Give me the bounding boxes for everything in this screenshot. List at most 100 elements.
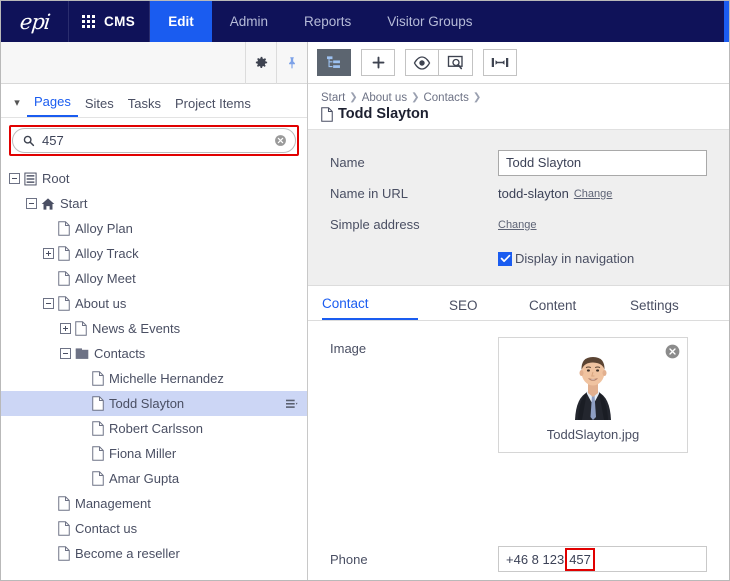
tree-item-alloy-track[interactable]: Alloy Track bbox=[1, 241, 307, 266]
search-input[interactable]: 457 bbox=[12, 128, 296, 153]
nav-tab-edit-label: Edit bbox=[168, 14, 194, 29]
change-url-link[interactable]: Change bbox=[574, 188, 613, 200]
epi-logo[interactable]: epi bbox=[1, 1, 69, 42]
pin-panel-button[interactable] bbox=[277, 42, 307, 84]
navigation-panel-toolbar bbox=[1, 41, 307, 84]
search-icon bbox=[22, 134, 35, 147]
phone-field-label: Phone bbox=[330, 551, 368, 567]
image-card[interactable]: ToddSlayton.jpg bbox=[498, 337, 688, 453]
global-nav-tabs: Edit Admin Reports Visitor Groups bbox=[150, 1, 490, 42]
image-field-row: Image ToddSlayton.jpg bbox=[308, 337, 729, 453]
cms-menu[interactable]: CMS bbox=[69, 1, 151, 42]
settings-button[interactable] bbox=[246, 42, 276, 84]
tree-item-root[interactable]: Root bbox=[1, 166, 307, 191]
tree-item-contacts[interactable]: Contacts bbox=[1, 341, 307, 366]
tree-item-alloy-plan[interactable]: Alloy Plan bbox=[1, 216, 307, 241]
preview-button[interactable] bbox=[439, 49, 473, 76]
tree-item-label: About us bbox=[75, 296, 127, 311]
nav-tab-edit[interactable]: Edit bbox=[150, 1, 212, 42]
breadcrumb-item-start[interactable]: Start bbox=[321, 91, 345, 105]
nav-tab-reports[interactable]: Reports bbox=[286, 1, 369, 42]
expand-toggle-icon[interactable] bbox=[60, 323, 71, 334]
nav-tab-visitor-groups[interactable]: Visitor Groups bbox=[369, 1, 490, 42]
page-tree-toggle-button[interactable] bbox=[317, 49, 351, 76]
name-input[interactable] bbox=[498, 149, 707, 176]
change-simple-address-link[interactable]: Change bbox=[498, 219, 537, 231]
tree-item-label: Alloy Track bbox=[75, 246, 139, 261]
page-tree: Root Start Alloy Plan Alloy Track Alloy Meet… bbox=[1, 164, 307, 580]
collapse-toggle-icon[interactable] bbox=[9, 173, 20, 184]
tree-item-news-events[interactable]: News & Events bbox=[1, 316, 307, 341]
image-field-label: Image bbox=[330, 341, 367, 356]
breadcrumb-item-contacts[interactable]: Contacts bbox=[423, 91, 468, 105]
tree-item-label: Michelle Hernandez bbox=[109, 371, 224, 386]
chevron-down-icon[interactable]: ▾ bbox=[7, 87, 27, 117]
tree-item-label: Contacts bbox=[94, 346, 146, 361]
breadcrumb-item-about-us[interactable]: About us bbox=[362, 91, 407, 105]
image-thumbnail bbox=[508, 347, 678, 420]
collapse-toggle-icon[interactable] bbox=[60, 348, 71, 359]
collapse-toggle-icon[interactable] bbox=[26, 198, 37, 209]
collapse-toggle-icon[interactable] bbox=[43, 298, 54, 309]
phone-input[interactable]: +46 8 123 457 bbox=[498, 546, 707, 572]
tree-item-robert-carlsson[interactable]: Robert Carlsson bbox=[1, 416, 307, 441]
phone-field-row: Phone +46 8 123 457 bbox=[308, 546, 729, 572]
toggle-panels-button[interactable] bbox=[483, 49, 517, 76]
property-field-name-in-url: todd-slayton Change bbox=[498, 186, 729, 201]
tab-content[interactable]: Content bbox=[514, 298, 610, 320]
nav-accent-bar bbox=[724, 1, 729, 42]
tree-item-contact-us[interactable]: Contact us bbox=[1, 516, 307, 541]
tree-item-become-a-reseller[interactable]: Become a reseller bbox=[1, 541, 307, 566]
tree-item-label: News & Events bbox=[92, 321, 181, 336]
tree-item-amar-gupta[interactable]: Amar Gupta bbox=[1, 466, 307, 491]
image-field-value: ToddSlayton.jpg bbox=[498, 337, 729, 453]
apps-grid-icon[interactable] bbox=[82, 15, 95, 28]
page-icon bbox=[58, 246, 70, 261]
page-icon bbox=[92, 421, 104, 436]
home-icon bbox=[41, 197, 55, 211]
tree-item-label: Alloy Meet bbox=[75, 271, 136, 286]
tree-item-michelle-hernandez[interactable]: Michelle Hernandez bbox=[1, 366, 307, 391]
list-icon bbox=[24, 172, 37, 186]
nav-tab-project-items[interactable]: Project Items bbox=[168, 96, 258, 117]
tree-item-start[interactable]: Start bbox=[1, 191, 307, 216]
global-navigation-bar: epi CMS Edit Admin Reports Visitor Group… bbox=[1, 1, 729, 42]
eye-icon bbox=[413, 55, 431, 70]
nav-tab-sites[interactable]: Sites bbox=[78, 96, 121, 117]
nav-tab-pages[interactable]: Pages bbox=[27, 94, 78, 117]
tab-settings[interactable]: Settings bbox=[610, 298, 706, 320]
display-in-navigation-label: Display in navigation bbox=[515, 251, 635, 266]
close-circle-icon[interactable] bbox=[665, 344, 680, 359]
page-icon bbox=[58, 496, 70, 511]
nav-tab-tasks[interactable]: Tasks bbox=[121, 96, 168, 117]
context-menu-icon[interactable] bbox=[286, 398, 299, 409]
property-label-simple-address: Simple address bbox=[330, 217, 420, 232]
property-label-name: Name bbox=[330, 155, 365, 170]
expand-arrows-icon bbox=[491, 58, 509, 67]
cms-label: CMS bbox=[104, 14, 136, 29]
tree-item-alloy-meet[interactable]: Alloy Meet bbox=[1, 266, 307, 291]
tree-item-fiona-miller[interactable]: Fiona Miller bbox=[1, 441, 307, 466]
content-area: Image ToddSlayton.jpg Phone +46 8 123 45… bbox=[308, 321, 729, 580]
create-new-button[interactable] bbox=[361, 49, 395, 76]
tree-item-label: Become a reseller bbox=[75, 546, 180, 561]
tree-item-todd-slayton[interactable]: Todd Slayton bbox=[1, 391, 307, 416]
tab-seo[interactable]: SEO bbox=[418, 298, 514, 320]
display-in-navigation-checkbox[interactable] bbox=[498, 251, 512, 266]
portrait-photo bbox=[545, 347, 641, 420]
page-icon bbox=[58, 296, 70, 311]
pin-icon bbox=[289, 57, 295, 69]
view-on-site-button[interactable] bbox=[405, 49, 439, 76]
tree-item-about-us[interactable]: About us bbox=[1, 291, 307, 316]
gear-icon bbox=[255, 56, 267, 68]
tab-contact[interactable]: Contact bbox=[322, 296, 418, 320]
content-tab-bar: Contact SEO Content Settings bbox=[308, 286, 729, 321]
tree-item-label: Amar Gupta bbox=[109, 471, 180, 486]
expand-toggle-icon[interactable] bbox=[43, 248, 54, 259]
tree-item-management[interactable]: Management bbox=[1, 491, 307, 516]
tree-structure-icon bbox=[326, 56, 340, 68]
nav-tab-admin-label: Admin bbox=[229, 14, 268, 29]
nav-tab-admin[interactable]: Admin bbox=[212, 1, 286, 42]
clear-circle-icon[interactable] bbox=[274, 134, 287, 147]
preview-button-group bbox=[405, 49, 473, 76]
